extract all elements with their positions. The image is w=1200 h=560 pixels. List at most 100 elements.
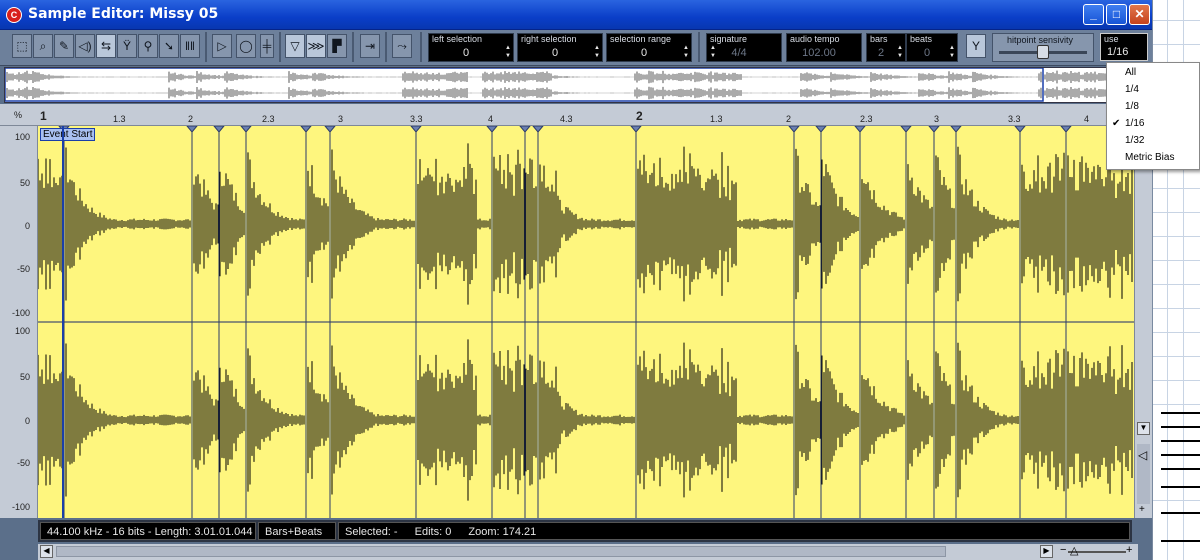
menu-item-1-4[interactable]: 1/4 — [1125, 84, 1139, 95]
snap-to-zero-icon[interactable]: ⤳ — [392, 34, 412, 58]
hitpoint-sensivity-slider[interactable]: hitpoint sensivity — [992, 33, 1094, 62]
cubase-app-icon[interactable]: C — [6, 7, 22, 23]
grid-icon[interactable]: ‖‖ — [180, 34, 200, 58]
show-warp-icon[interactable]: ⋙ — [306, 34, 326, 58]
beats-field[interactable]: beats 0 ▲ ▼ — [906, 33, 958, 62]
toolbar: ⬚ ⌕ ✎ ◁) ⇆ Ÿ ⚲ ➘ ‖‖ ▷ ◯ ╪ ▽ ⋙ ▛ ⇥ ⤳ left… — [0, 30, 1152, 66]
scroll-down-icon[interactable]: ▼ — [1137, 422, 1150, 435]
hitpoint-marker[interactable] — [1014, 126, 1026, 133]
show-hitpoints-icon[interactable]: ▽ — [285, 34, 305, 58]
waveform-overview[interactable] — [4, 67, 1148, 103]
sample-info: 44.100 kHz - 16 bits - Length: 3.01.01.0… — [40, 522, 256, 540]
hitpoint-marker[interactable] — [788, 126, 800, 133]
selection-range-field[interactable]: selection range 0 ▲ ▼ — [606, 33, 692, 62]
volume-fader-icon[interactable]: ╪ — [260, 34, 274, 58]
hitpoint-filter-toggle-icon[interactable]: Y — [966, 34, 986, 58]
hitpoint-marker[interactable] — [519, 126, 531, 133]
status-bar: 44.100 kHz - 16 bits - Length: 3.01.01.0… — [38, 520, 1132, 542]
ruler-tick-label: 1 — [40, 109, 47, 123]
audio-tempo-field[interactable]: audio tempo 102.00 — [786, 33, 862, 62]
selected-status: Selected: - — [345, 526, 398, 538]
hitpoint-marker[interactable] — [815, 126, 827, 133]
title-bar[interactable]: C Sample Editor: Missy 05 _ □ ✕ — [0, 0, 1152, 30]
hitpoint-marker[interactable] — [630, 126, 642, 133]
speaker-icon[interactable]: ◁) — [75, 34, 95, 58]
waveform-display[interactable]: Event Start — [38, 126, 1134, 518]
range-select-icon[interactable]: ⬚ — [12, 34, 32, 58]
ruler-tick-label: 3.3 — [410, 114, 423, 124]
hitpoint-slider-thumb[interactable] — [1037, 45, 1049, 59]
hitpoint-edit-icon[interactable]: ⇆ — [96, 34, 116, 58]
hitpoint-marker[interactable] — [1060, 126, 1072, 133]
zoom-status: Zoom: 174.21 — [468, 526, 537, 538]
show-regions-icon[interactable]: ▛ — [327, 34, 347, 58]
hitpoint-filter-icon[interactable]: Ÿ — [117, 34, 137, 58]
ruler-tick-label: 2 — [188, 114, 194, 124]
scale-label: 0 — [24, 221, 30, 231]
hitpoint-marker[interactable] — [486, 126, 498, 133]
maximize-button[interactable]: □ — [1106, 4, 1127, 25]
hitpoint-marker[interactable] — [410, 126, 422, 133]
snap-icon[interactable]: ⇥ — [360, 34, 380, 58]
hitpoint-marker[interactable] — [854, 126, 866, 133]
ruler-tick-label: 2.3 — [262, 114, 275, 124]
zoom-thumb-icon[interactable]: ◁ — [1138, 448, 1147, 462]
scale-label: 50 — [19, 372, 30, 382]
zoom-in-icon[interactable]: + — [1139, 504, 1145, 515]
menu-item-metric-bias[interactable]: Metric Bias — [1125, 152, 1174, 163]
hitpoint-marker[interactable] — [300, 126, 312, 133]
ruler-tick-label: 1.3 — [710, 114, 723, 124]
zoom-icon[interactable]: ⌕ — [33, 34, 53, 58]
close-button[interactable]: ✕ — [1129, 4, 1150, 25]
window-title: Sample Editor: Missy 05 — [28, 6, 219, 22]
menu-item-1-32[interactable]: 1/32 — [1125, 135, 1144, 146]
play-icon[interactable]: ▷ — [212, 34, 232, 58]
scale-label: 100 — [14, 132, 30, 142]
use-dropdown[interactable]: use 1/16 — [1100, 33, 1148, 61]
select-icon[interactable]: ➘ — [159, 34, 179, 58]
ruler-tick-label: 2 — [786, 114, 792, 124]
menu-item-all[interactable]: All — [1125, 67, 1136, 78]
menu-item-1-16[interactable]: 1/16 — [1125, 118, 1144, 129]
hitpoint-marker[interactable] — [186, 126, 198, 133]
hitpoint-marker[interactable] — [950, 126, 962, 133]
hitpoint-marker[interactable] — [928, 126, 940, 133]
horizontal-scroll-thumb[interactable] — [56, 546, 946, 557]
hitpoint-marker[interactable] — [240, 126, 252, 133]
scroll-right-icon[interactable]: ▶ — [1040, 545, 1053, 558]
scale-label: 0 — [24, 416, 30, 426]
horizontal-scrollbar[interactable]: ◀ ▶ − △ + — [38, 544, 1138, 560]
time-format[interactable]: Bars+Beats — [258, 522, 336, 540]
left-selection-field[interactable]: left selection 0 ▲ ▼ — [428, 33, 514, 62]
scroll-left-icon[interactable]: ◀ — [40, 545, 53, 558]
ruler-tick-label: 3 — [338, 114, 344, 124]
hitpoint-marker[interactable] — [213, 126, 225, 133]
scale-label: -100 — [11, 502, 30, 512]
zoom-thumb-icon[interactable]: △ — [1070, 544, 1078, 557]
ruler-tick-label: 2.3 — [860, 114, 873, 124]
menu-item-1-8[interactable]: 1/8 — [1125, 101, 1139, 112]
time-ruler[interactable]: % 1 1.3 2 2.3 3 3.3 4 4.3 2 1.3 2 2.3 3 3.3 4 — [0, 104, 1134, 126]
zoom-out-icon[interactable]: − — [1060, 544, 1066, 556]
bars-field[interactable]: bars 2 ▲ ▼ — [866, 33, 906, 62]
event-start-line[interactable] — [62, 126, 64, 518]
loop-icon[interactable]: ◯ — [236, 34, 256, 58]
zoom-in-icon[interactable]: + — [1126, 544, 1132, 556]
ruler-tick-label: 1.3 — [113, 114, 126, 124]
event-start-marker[interactable]: Event Start — [40, 128, 96, 141]
amplitude-scale: 100 50 0 -50 -100 100 50 0 -50 -100 — [0, 126, 38, 518]
minimize-button[interactable]: _ — [1083, 4, 1104, 25]
ruler-tick-label: 3 — [934, 114, 940, 124]
hitpoint-marker[interactable] — [900, 126, 912, 133]
percent-label: % — [14, 110, 23, 120]
edits-status: Edits: 0 — [414, 526, 452, 538]
scrub-icon[interactable]: ⚲ — [138, 34, 158, 58]
ruler-tick-label: 4.3 — [560, 114, 573, 124]
signature-field[interactable]: signature 4/4 ▲ ▼ — [706, 33, 782, 62]
hitpoint-marker[interactable] — [324, 126, 336, 133]
pencil-icon[interactable]: ✎ — [54, 34, 74, 58]
scale-label: 50 — [19, 178, 30, 188]
hitpoint-marker[interactable] — [532, 126, 544, 133]
ruler-tick-label: 3.3 — [1008, 114, 1021, 124]
right-selection-field[interactable]: right selection 0 ▲ ▼ — [517, 33, 603, 62]
